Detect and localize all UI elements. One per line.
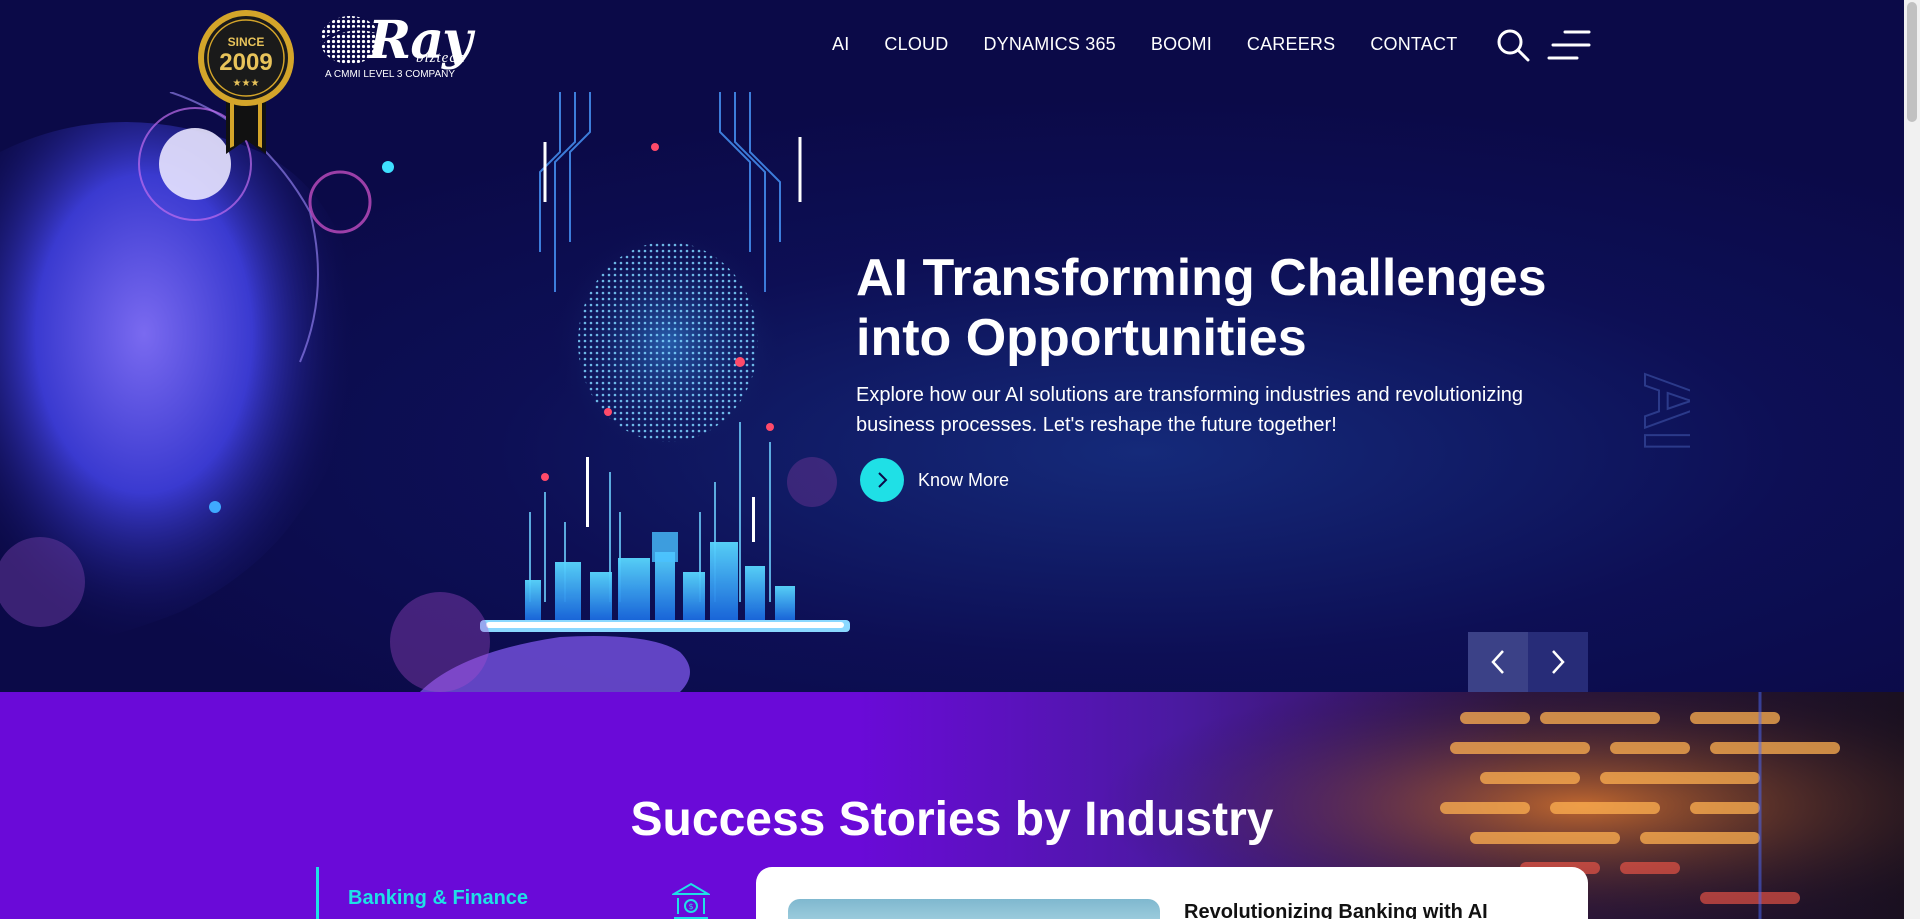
slider-next-button[interactable]	[1528, 632, 1588, 692]
scrollbar-thumb[interactable]	[1907, 2, 1917, 122]
story-image	[788, 899, 1160, 919]
story-card[interactable]: Revolutionizing Banking with AI	[756, 867, 1588, 919]
story-title: Revolutionizing Banking with AI	[1184, 901, 1488, 919]
ai-watermark: AI	[1627, 371, 1690, 453]
hero-title: AI Transforming Challenges into Opportun…	[856, 249, 1547, 367]
active-industry-indicator	[316, 867, 319, 919]
hero-description: Explore how our AI solutions are transfo…	[856, 384, 1524, 436]
logo-sub: biztech	[416, 50, 466, 66]
industry-tab-banking-finance[interactable]: Banking & Finance	[348, 887, 528, 910]
chevron-right-icon	[878, 472, 888, 488]
hero-ai-illustration	[0, 92, 850, 692]
ai-watermark-text: AI	[1628, 372, 1690, 452]
search-icon[interactable]	[1496, 28, 1530, 62]
menu-icon[interactable]	[1547, 28, 1591, 62]
nav-item-boomi[interactable]: BOOMI	[1151, 34, 1212, 55]
nav-item-dynamics-365[interactable]: DYNAMICS 365	[983, 34, 1115, 55]
nav-item-careers[interactable]: CAREERS	[1247, 34, 1335, 55]
page-scrollbar[interactable]	[1904, 0, 1920, 919]
bank-icon: $	[672, 882, 710, 919]
chevron-left-icon	[1491, 650, 1504, 674]
nav-item-ai[interactable]: AI	[832, 34, 849, 55]
chevron-right-icon	[1552, 650, 1565, 674]
nav-item-contact[interactable]: CONTACT	[1370, 34, 1457, 55]
main-nav: AI CLOUD DYNAMICS 365 BOOMI CAREERS CONT…	[832, 34, 1457, 55]
know-more-button[interactable]: Know More	[860, 458, 1009, 502]
know-more-label: Know More	[918, 469, 1010, 490]
logo[interactable]: Ray biztech A CMMI LEVEL 3 COMPANY	[316, 10, 476, 82]
svg-text:$: $	[688, 902, 693, 911]
slider-prev-button[interactable]	[1468, 632, 1528, 692]
hero-slider: AI Transforming Challenges into Opportun…	[0, 92, 1904, 692]
badge-year-text: 2009	[219, 49, 272, 76]
success-stories-section: Success Stories by Industry Banking & Fi…	[0, 692, 1904, 919]
cta-circle	[860, 458, 904, 502]
success-title: Success Stories by Industry	[630, 793, 1274, 846]
badge-since-text: SINCE	[228, 35, 265, 49]
logo-tagline: A CMMI LEVEL 3 COMPANY	[325, 69, 456, 80]
nav-item-cloud[interactable]: CLOUD	[884, 34, 948, 55]
badge-stars: ★★★	[233, 78, 260, 89]
since-badge: SINCE 2009 ★★★	[198, 10, 294, 154]
